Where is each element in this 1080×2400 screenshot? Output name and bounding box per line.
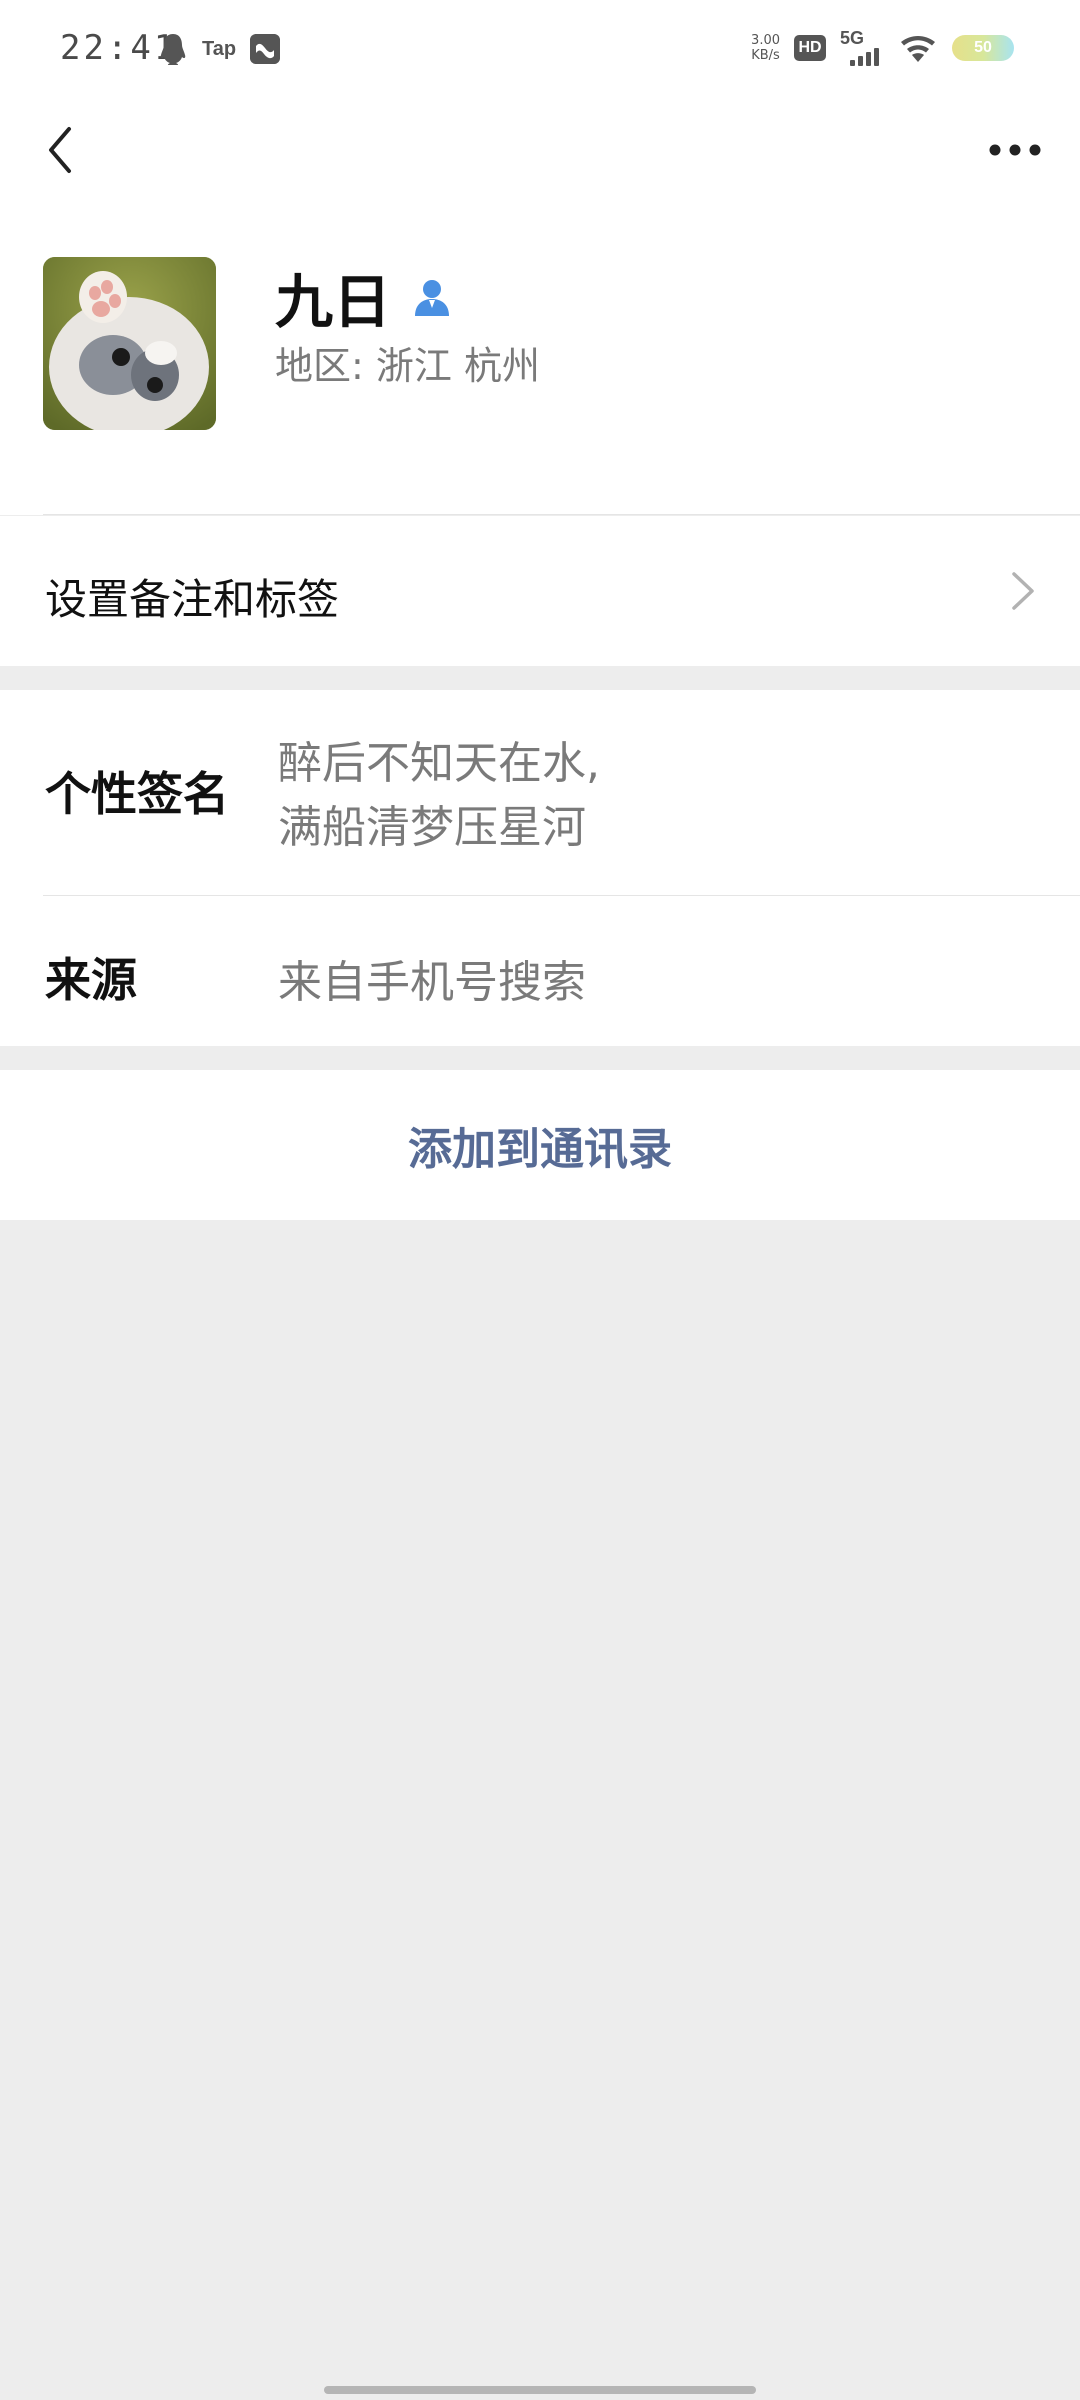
status-system-icons: 3.00 KB/s HD 5G 50 (751, 28, 1014, 66)
signal-bars (850, 48, 879, 66)
person-icon (415, 280, 450, 316)
avatar-image (43, 257, 216, 430)
source-row: 来源 来自手机号搜索 (0, 896, 1080, 1046)
add-to-contacts-label: 添加到通讯录 (408, 1124, 672, 1175)
signal-5g-icon: 5G (840, 28, 884, 66)
add-to-contacts-button[interactable]: 添加到通讯录 (0, 1070, 1080, 1220)
network-type-label: 5G (840, 28, 865, 48)
back-button[interactable] (28, 118, 92, 182)
contact-name-block: 九日 (275, 255, 453, 339)
profile-header: 九日 地区: 浙江 杭州 (0, 200, 1080, 515)
status-notification-icons: Tap (158, 32, 281, 66)
battery-icon: 50 (952, 35, 1014, 61)
wifi-icon (901, 36, 935, 62)
hd-voice-icon: HD (794, 35, 826, 61)
title-bar (0, 100, 1080, 200)
signature-line-2: 满船清梦压星河 (278, 802, 586, 853)
status-bar: 22:41 Tap 3.00 KB/s HD 5G 50 (0, 0, 1080, 100)
signature-label: 个性签名 (45, 767, 229, 821)
remark-row-label: 设置备注和标签 (45, 575, 340, 624)
divider (43, 514, 1080, 515)
signature-value: 醉后不知天在水, 满船清梦压星河 (278, 732, 878, 860)
network-speed-value: 3.00 (751, 33, 780, 48)
avatar[interactable] (43, 257, 216, 430)
contact-name: 九日 (275, 268, 392, 336)
contact-region: 地区: 浙江 杭州 (275, 344, 540, 388)
more-dots-icon (989, 144, 1041, 156)
network-speed-unit: KB/s (751, 48, 780, 63)
signature-row: 个性签名 醉后不知天在水, 满船清梦压星河 (0, 690, 1080, 895)
source-label: 来源 (45, 953, 137, 1007)
tap-app-icon: Tap (202, 37, 237, 60)
network-speed: 3.00 KB/s (751, 33, 780, 63)
source-value: 来自手机号搜索 (278, 957, 586, 1008)
qq-penguin-icon (160, 34, 186, 65)
contact-info-section: 个性签名 醉后不知天在水, 满船清梦压星河 来源 来自手机号搜索 (0, 690, 1080, 1046)
home-indicator[interactable] (324, 2386, 756, 2394)
more-button[interactable] (980, 118, 1050, 182)
chevron-right-icon (1012, 572, 1034, 610)
signature-line-1: 醉后不知天在水, (278, 738, 600, 789)
contact-profile-screen: 22:41 Tap 3.00 KB/s HD 5G 50 九日 地区: 浙江 杭… (0, 0, 1080, 2400)
back-chevron-icon (49, 127, 71, 173)
app-notification-icon (250, 34, 281, 64)
set-remark-and-tags-row[interactable]: 设置备注和标签 (0, 516, 1080, 666)
